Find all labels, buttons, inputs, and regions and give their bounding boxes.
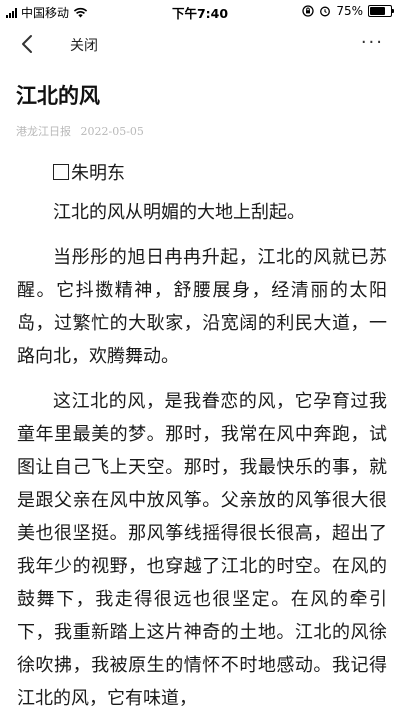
article-paragraph: 这江北的风，是我眷恋的风，它孕育过我童年里最美的梦。那时，我常在风中奔跑，试图让… [17,391,387,709]
article-date: 2022-05-05 [80,125,144,138]
battery-fill [370,7,385,15]
status-bar: 中国移动 下午7:40 75% [0,0,400,22]
article-body: 朱明东 江北的风从明媚的大地上刮起。 当彤彤的旭日冉冉升起，江北的风就已苏醒。它… [17,157,387,727]
close-button[interactable]: 关闭 [70,35,98,55]
article-title: 江北的风 [16,83,100,108]
placeholder-box-icon [53,164,69,180]
chevron-left-icon[interactable] [14,30,42,58]
article-paragraph: 当彤彤的旭日冉冉升起，江北的风就已苏醒。它抖擞精神，舒腰展身，经清丽的太阳岛，过… [17,247,387,367]
article-paragraph: 江北的风从明媚的大地上刮起。 [53,202,305,223]
article-author-line: 朱明东 [17,157,387,190]
article-source: 港龙江日报 [16,125,71,138]
status-bar-right: 75% [302,4,394,18]
article-author: 朱明东 [71,163,125,184]
article-meta: 港龙江日报 2022-05-05 [16,123,144,139]
more-dots-icon[interactable]: ··· [361,32,384,53]
battery-icon [368,5,394,17]
lock-rotation-icon [302,5,314,17]
alarm-icon [320,6,331,17]
nav-bar: 关闭 ··· [0,22,400,66]
battery-percent: 75% [336,4,363,18]
